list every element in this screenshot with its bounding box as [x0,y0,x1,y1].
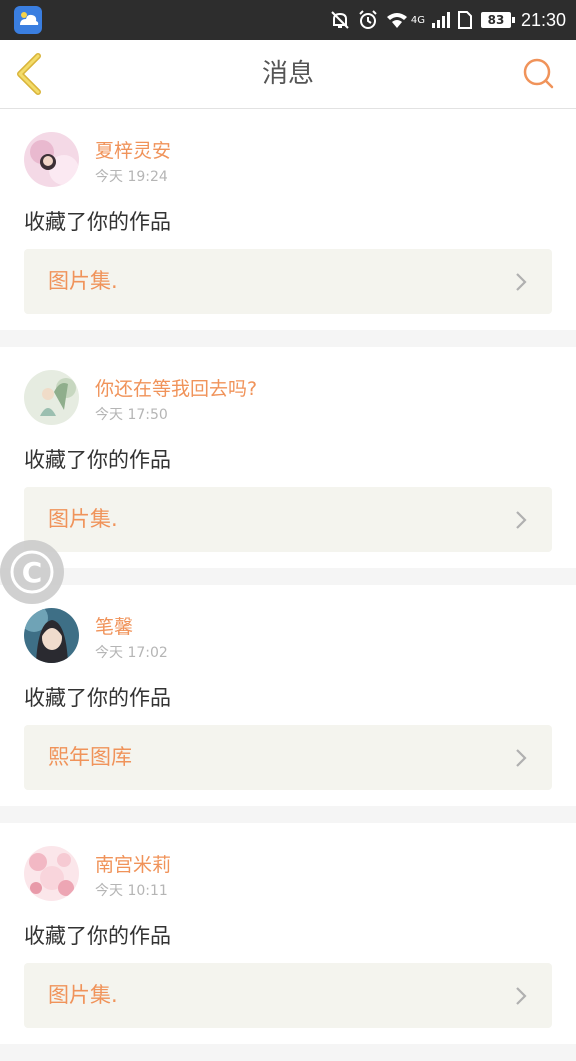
message-card: 你还在等我回去吗? 今天 17:50 收藏了你的作品 图片集. [0,347,576,568]
search-icon [523,58,554,89]
timestamp: 今天 17:02 [95,645,168,661]
username[interactable]: 夏梓灵安 [95,136,171,163]
chevron-right-icon [516,511,527,529]
action-text: 收藏了你的作品 [24,686,171,710]
page-title: 消息 [261,59,314,89]
work-title: 熙年图库 [48,745,132,769]
work-link[interactable]: 图片集. [24,487,552,552]
timestamp: 今天 10:11 [95,883,168,899]
action-text: 收藏了你的作品 [24,210,171,234]
chevron-right-icon [516,749,527,767]
mute-bell-icon [329,9,351,31]
work-link[interactable]: 图片集. [24,963,552,1028]
action-text: 收藏了你的作品 [24,924,171,948]
wifi-icon [385,10,409,30]
work-link[interactable]: 图片集. [24,249,552,314]
timestamp: 今天 17:50 [95,407,168,423]
username[interactable]: 你还在等我回去吗? [95,374,257,401]
back-button[interactable] [12,52,52,96]
username[interactable]: 南宫米莉 [95,850,171,877]
chevron-right-icon [516,273,527,291]
action-text: 收藏了你的作品 [24,448,171,472]
avatar[interactable] [24,846,79,901]
work-link[interactable]: 熙年图库 [24,725,552,790]
chevron-right-icon [516,987,527,1005]
clock: 21:30 [520,9,566,30]
floating-button[interactable]: C [0,540,64,604]
work-title: 图片集. [48,269,118,293]
timestamp: 今天 19:24 [95,169,168,185]
signal-icon [431,11,451,29]
status-bar: 4G 83 21:30 [0,0,576,40]
c-logo-icon: C [10,550,54,594]
chevron-left-icon [17,53,41,95]
floating-button-label: C [22,556,43,589]
alarm-icon [357,9,379,31]
message-card: 笔馨 今天 17:02 收藏了你的作品 熙年图库 [0,585,576,806]
network-label: 4G [410,14,425,26]
work-title: 图片集. [48,983,118,1007]
username[interactable]: 笔馨 [95,612,133,639]
avatar[interactable] [24,608,79,663]
search-button[interactable] [520,56,556,92]
avatar[interactable] [24,370,79,425]
message-card: 夏梓灵安 今天 19:24 收藏了你的作品 图片集. [0,109,576,330]
message-list: 夏梓灵安 今天 19:24 收藏了你的作品 图片集. 你还在等我回去吗? 今天 … [0,109,576,1061]
message-card: 南宫米莉 今天 10:11 收藏了你的作品 图片集. [0,823,576,1044]
header: 消息 [0,40,576,109]
avatar[interactable] [24,132,79,187]
sim-icon [457,10,473,30]
battery-icon: 83 [480,12,515,28]
app-icon [14,6,42,34]
